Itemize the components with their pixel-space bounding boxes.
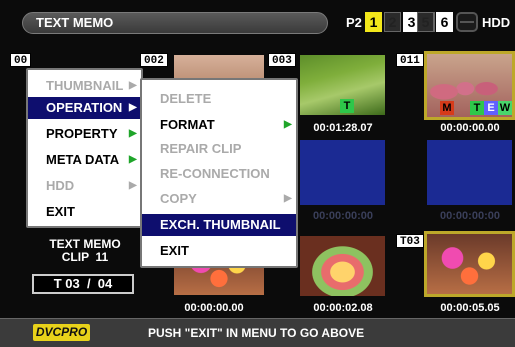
submenu-arrow-icon: ▶: [129, 128, 137, 139]
clip-number: 00: [10, 53, 32, 67]
p2-label: P2: [346, 15, 362, 30]
menu-label: REPAIR CLIP: [160, 141, 242, 156]
menu-label: EXCH. THUMBNAIL: [160, 217, 281, 232]
text-memo-badge: T: [470, 101, 484, 115]
menu-label: THUMBNAIL: [46, 78, 124, 93]
clip-number: 002: [140, 53, 168, 67]
screen-title: TEXT MEMO: [36, 15, 114, 30]
clip-number: 011: [396, 53, 424, 67]
menu-item-property[interactable]: PROPERTY ▶: [28, 123, 141, 145]
menu-item-hdd[interactable]: HDD ▶: [28, 175, 141, 197]
info-memo-title: TEXT MEMO CLIP 11: [28, 238, 142, 264]
slot-6[interactable]: 6: [436, 12, 453, 32]
submenu-arrow-icon: ▶: [284, 119, 292, 130]
submenu-item-re-connection[interactable]: RE-CONNECTION: [142, 163, 296, 185]
screen: TEXT MEMO P2 1 2 3 4 5 6 HDD 00 002 003 …: [0, 0, 515, 347]
clip-timecode: 00:00:00.00: [440, 122, 500, 134]
clip-timecode: 00:00:05.05: [440, 302, 500, 314]
menu-label: PROPERTY: [46, 126, 118, 141]
main-menu: THUMBNAIL ▶ OPERATION ▶ PROPERTY ▶ META …: [26, 68, 143, 228]
menu-item-meta-data[interactable]: META DATA ▶: [28, 149, 141, 171]
submenu-arrow-icon: ▶: [129, 80, 137, 91]
clip-timecode: 00:01:28.07: [313, 122, 373, 134]
menu-label: EXIT: [46, 204, 75, 219]
warning-badge: W: [498, 101, 512, 115]
marker-badge: M: [440, 101, 454, 115]
clip-number: T03: [396, 234, 424, 248]
hdd-icon: [456, 12, 478, 32]
clip-timecode: 00:00:02.08: [313, 302, 373, 314]
submenu-item-exit[interactable]: EXIT: [142, 240, 296, 262]
info-line-2: CLIP 11: [61, 250, 109, 264]
clip-thumbnail[interactable]: [300, 236, 385, 296]
submenu-arrow-icon: ▶: [129, 180, 137, 191]
menu-label: HDD: [46, 178, 75, 193]
clip-timecode: 00:00:00.00: [184, 302, 244, 314]
submenu-item-format[interactable]: FORMAT ▶: [142, 114, 296, 136]
slot-1[interactable]: 1: [365, 12, 382, 32]
submenu-item-repair-clip[interactable]: REPAIR CLIP: [142, 138, 296, 160]
menu-item-operation[interactable]: OPERATION ▶: [28, 97, 141, 119]
submenu-item-copy[interactable]: COPY ▶: [142, 188, 296, 210]
menu-label: FORMAT: [160, 117, 215, 132]
operation-submenu: DELETE FORMAT ▶ REPAIR CLIP RE-CONNECTIO…: [140, 78, 298, 268]
submenu-arrow-icon: ▶: [129, 154, 137, 165]
menu-label: OPERATION: [46, 100, 123, 115]
text-memo-badge: T: [340, 99, 354, 113]
memo-counter: T 03 / 04: [32, 274, 134, 294]
clip-number: 003: [268, 53, 296, 67]
submenu-arrow-icon: ▶: [284, 193, 292, 204]
menu-label: META DATA: [46, 152, 120, 167]
menu-item-thumbnail[interactable]: THUMBNAIL ▶: [28, 75, 141, 97]
empty-clip[interactable]: [427, 140, 512, 205]
hdd-label: HDD: [482, 15, 511, 30]
menu-label: RE-CONNECTION: [160, 166, 270, 181]
menu-label: EXIT: [160, 243, 189, 258]
clip-thumbnail-selected[interactable]: [424, 231, 515, 297]
format-badge: DVCPRO: [33, 324, 90, 341]
empty-clip[interactable]: [300, 140, 385, 205]
clip-timecode: 00:00:00:00: [313, 210, 373, 222]
clip-timecode: 00:00:00:00: [440, 210, 500, 222]
slot-5[interactable]: 5: [417, 12, 434, 32]
status-message: PUSH "EXIT" IN MENU TO GO ABOVE: [148, 326, 365, 340]
slot-2[interactable]: 2: [384, 12, 401, 32]
menu-label: COPY: [160, 191, 197, 206]
edit-badge: E: [484, 101, 498, 115]
menu-label: DELETE: [160, 91, 212, 106]
clip-thumbnail-selected[interactable]: M T E W: [424, 51, 515, 120]
submenu-arrow-icon: ▶: [129, 102, 137, 113]
submenu-item-delete[interactable]: DELETE: [142, 88, 296, 110]
submenu-item-exch-thumbnail[interactable]: EXCH. THUMBNAIL: [142, 214, 296, 236]
clip-thumbnail[interactable]: T: [300, 55, 385, 115]
menu-item-exit[interactable]: EXIT: [28, 201, 141, 223]
